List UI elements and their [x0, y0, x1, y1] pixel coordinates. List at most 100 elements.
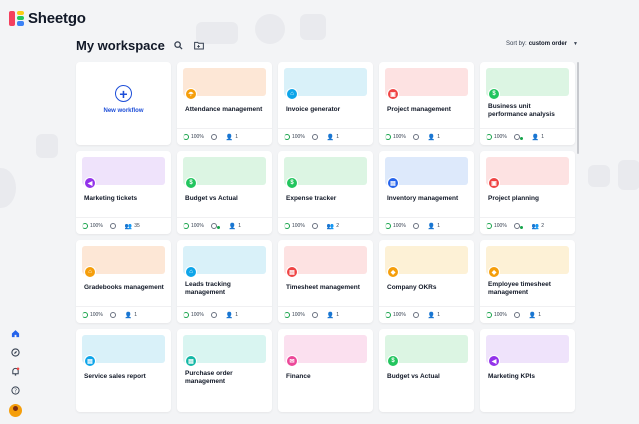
workflow-icon: ◀	[488, 355, 500, 367]
users-value: 1	[437, 312, 441, 318]
workflow-title: Finance	[286, 373, 311, 380]
workflow-title: Employee timesheet management	[488, 281, 551, 297]
user-icon: 👤	[225, 134, 234, 141]
sync-status	[513, 134, 523, 140]
sync-status	[210, 223, 220, 229]
health-check-icon	[385, 223, 391, 229]
folder-icon[interactable]	[193, 40, 205, 52]
sort-dropdown[interactable]: Sort by: custom order ▼	[506, 41, 578, 47]
workflow-card[interactable]: ✉ Finance	[278, 329, 373, 412]
health-status: 100%	[385, 134, 406, 140]
compass-icon[interactable]	[10, 347, 20, 357]
new-workflow-label: New workflow	[103, 108, 144, 114]
sync-icon	[311, 312, 318, 318]
sync-icon	[513, 223, 523, 229]
app-logo[interactable]: Sheetgo	[9, 10, 86, 27]
health-value: 100%	[494, 134, 507, 140]
workflow-card[interactable]: ▤ Purchase order management	[177, 329, 272, 412]
card-footer: 100% 👤 1	[379, 217, 474, 234]
workflow-icon: ▤	[185, 355, 197, 367]
workflow-card[interactable]: ◀ Marketing KPIs	[480, 329, 575, 412]
workflow-title: Expense tracker	[286, 195, 337, 202]
sync-status	[513, 223, 523, 229]
users-count: 👤 1	[327, 312, 339, 319]
user-icon: 👤	[528, 312, 537, 319]
user-icon: 👤	[225, 312, 234, 319]
background-shape	[300, 14, 326, 40]
health-check-icon	[183, 312, 189, 318]
health-check-icon	[284, 312, 290, 318]
workflow-card[interactable]: ⌂ Invoice generator 100% 👤 1	[278, 62, 373, 145]
health-check-icon	[82, 312, 88, 318]
workflow-card[interactable]: ☂ Attendance management 100% 👤 1	[177, 62, 272, 145]
search-icon[interactable]	[173, 40, 185, 52]
health-check-icon	[183, 223, 189, 229]
sync-icon	[412, 134, 419, 140]
sync-icon	[210, 223, 220, 229]
sync-icon	[311, 134, 318, 140]
health-check-icon	[486, 134, 492, 140]
workflow-card[interactable]: ▣ Project planning 100% 👥 2	[480, 151, 575, 234]
workflow-card[interactable]: ▣ Project management 100% 👤 1	[379, 62, 474, 145]
workflow-icon: ◆	[488, 266, 500, 278]
card-footer: 100% 👥 35	[76, 217, 171, 234]
users-count: 👤 1	[532, 134, 544, 141]
avatar[interactable]	[8, 404, 22, 417]
home-icon[interactable]	[10, 328, 20, 338]
workflow-card[interactable]: ▤ Service sales report	[76, 329, 171, 412]
workflow-icon: ▤	[387, 177, 399, 189]
workflow-icon: $	[387, 355, 399, 367]
health-value: 100%	[191, 134, 204, 140]
workflow-card[interactable]: ▤ Timesheet management 100% 👤 1	[278, 240, 373, 323]
workflow-card[interactable]: $ Business unit performance analysis 100…	[480, 62, 575, 145]
health-value: 100%	[494, 312, 507, 318]
users-count: 👤 1	[229, 223, 241, 230]
help-icon[interactable]: ?	[10, 385, 20, 395]
users-count: 👥 2	[327, 223, 339, 230]
workflow-title: Budget vs Actual	[185, 195, 238, 202]
sync-icon	[513, 134, 523, 140]
users-value: 1	[336, 312, 340, 318]
workflow-grid: + New workflow ☂ Attendance management 1…	[76, 62, 575, 412]
workflow-card[interactable]: ⌂ Leads tracking management 100% 👤 1	[177, 240, 272, 323]
health-status: 100%	[385, 223, 406, 229]
users-value: 2	[541, 223, 545, 229]
workflow-card[interactable]: $ Budget vs Actual	[379, 329, 474, 412]
health-status: 100%	[284, 134, 305, 140]
scrollbar[interactable]	[577, 62, 579, 154]
workflow-card[interactable]: ◆ Employee timesheet management 100% 👤 1	[480, 240, 575, 323]
workflow-title: Project management	[387, 106, 451, 113]
workflow-icon: ▤	[286, 266, 298, 278]
health-value: 100%	[90, 223, 103, 229]
workflow-card[interactable]: ⌂ Gradebooks management 100% 👤 1	[76, 240, 171, 323]
health-status: 100%	[82, 312, 103, 318]
workflow-card[interactable]: ▤ Inventory management 100% 👤 1	[379, 151, 474, 234]
bell-icon[interactable]	[10, 366, 20, 376]
health-status: 100%	[284, 223, 305, 229]
workflow-icon: ⌂	[84, 266, 96, 278]
sync-icon	[210, 312, 217, 318]
workflow-card[interactable]: ◀ Marketing tickets 100% 👥 35	[76, 151, 171, 234]
workflow-title: Leads tracking management	[185, 281, 231, 297]
users-value: 1	[134, 312, 138, 318]
users-count: 👤 1	[428, 312, 440, 319]
users-count: 👤 1	[428, 223, 440, 230]
health-status: 100%	[385, 312, 406, 318]
app-logo-text: Sheetgo	[28, 10, 86, 27]
health-value: 100%	[292, 134, 305, 140]
workflow-icon: ✉	[286, 355, 298, 367]
users-value: 1	[235, 312, 239, 318]
sheetgo-logo-icon	[9, 11, 24, 26]
health-status: 100%	[486, 312, 507, 318]
workflow-title: Service sales report	[84, 373, 146, 380]
workflow-card[interactable]: $ Expense tracker 100% 👥 2	[278, 151, 373, 234]
workflow-card[interactable]: $ Budget vs Actual 100% 👤 1	[177, 151, 272, 234]
user-icon: 👤	[124, 312, 133, 319]
sync-icon	[513, 312, 520, 318]
health-status: 100%	[183, 223, 204, 229]
new-workflow-card[interactable]: + New workflow	[76, 62, 171, 145]
workflow-card[interactable]: ◆ Company OKRs 100% 👤 1	[379, 240, 474, 323]
user-icon: 👤	[427, 312, 436, 319]
sync-icon	[311, 223, 318, 229]
sync-status	[109, 312, 116, 318]
